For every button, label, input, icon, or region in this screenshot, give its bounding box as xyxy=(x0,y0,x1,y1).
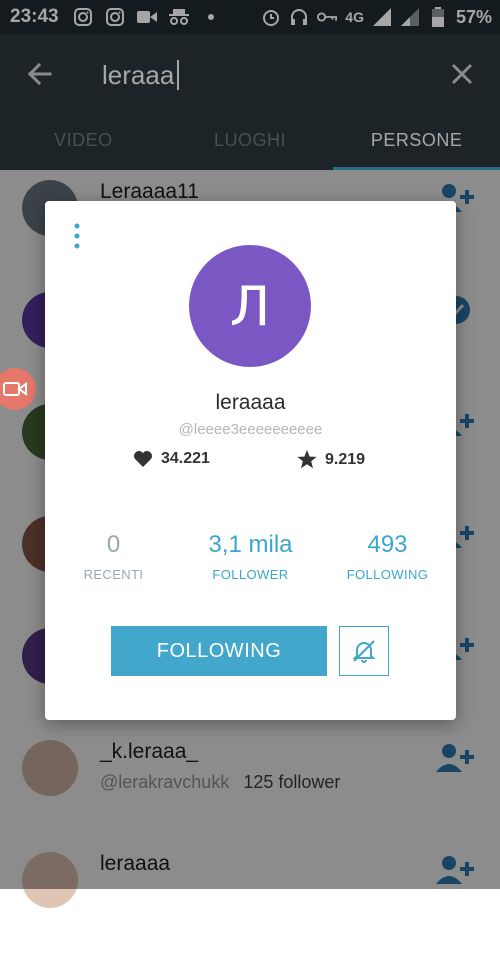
stat-following-label: FOLLOWING xyxy=(346,567,429,582)
profile-dialog: Л leraaaa @leeee3eeeeeeeeee 34.221 9.219… xyxy=(45,201,456,720)
stat-following[interactable]: 493 FOLLOWING xyxy=(319,531,456,582)
profile-stats: 0 RECENTI 3,1 mila FOLLOWER 493 FOLLOWIN… xyxy=(45,531,456,582)
following-button[interactable]: FOLLOWING xyxy=(111,626,327,676)
stars-stat: 9.219 xyxy=(297,450,365,469)
profile-handle: @leeee3eeeeeeeeee xyxy=(178,421,323,438)
hearts-stat: 34.221 xyxy=(133,450,210,468)
bell-muted-icon xyxy=(352,640,376,663)
stat-recent-value: 0 xyxy=(106,531,121,558)
stat-followers-label: FOLLOWER xyxy=(212,567,289,582)
scrim-top[interactable] xyxy=(0,0,500,170)
stat-following-value: 493 xyxy=(367,531,408,558)
video-camera-icon xyxy=(3,382,27,396)
stat-followers[interactable]: 3,1 mila FOLLOWER xyxy=(182,531,319,582)
star-icon xyxy=(297,450,317,469)
profile-name: leraaaa xyxy=(215,391,286,414)
hearts-count: 34.221 xyxy=(161,450,210,467)
stat-recent[interactable]: 0 RECENTI xyxy=(45,531,182,582)
stat-followers-value: 3,1 mila xyxy=(208,531,293,558)
stars-count: 9.219 xyxy=(325,450,366,468)
heart-icon xyxy=(134,451,152,467)
profile-avatar: Л xyxy=(189,245,311,367)
more-options-icon[interactable] xyxy=(67,221,87,251)
notifications-toggle-button[interactable] xyxy=(339,626,389,676)
stat-recent-label: RECENTI xyxy=(83,567,144,582)
